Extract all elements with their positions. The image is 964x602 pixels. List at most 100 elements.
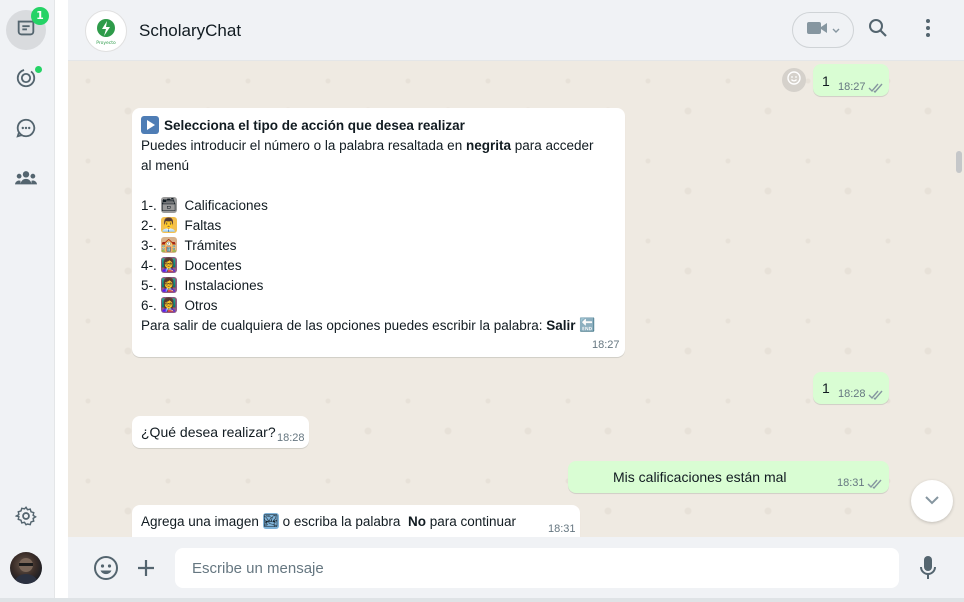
- option-number: 5-.: [141, 277, 157, 293]
- menu-intro-line-2: al menú: [141, 155, 617, 175]
- message-text-part: para continuar: [429, 513, 517, 529]
- message-time: 18:27: [838, 81, 866, 93]
- contact-name[interactable]: ScholaryChat: [139, 21, 241, 41]
- menu-option: 5-. 👩‍🏫 Instalaciones: [141, 275, 617, 295]
- option-label: Otros: [184, 297, 218, 313]
- teacher-icon: 👩‍🏫: [160, 277, 177, 293]
- menu-option: 3-. 🏫 Trámites: [141, 235, 617, 255]
- contact-avatar[interactable]: Proyecto: [85, 10, 127, 52]
- menu-option: 2-. 👨‍💼 Faltas: [141, 215, 617, 235]
- office-worker-icon: 👨‍💼: [160, 217, 177, 233]
- logo-text: Proyecto: [96, 40, 116, 46]
- option-number: 6-.: [141, 297, 157, 313]
- message-text: 1: [822, 73, 830, 89]
- message-time: 18:28: [838, 388, 866, 400]
- message-time: 18:27: [592, 339, 620, 351]
- attach-button[interactable]: [136, 558, 156, 583]
- composer-bar: Escribe un mensaje: [68, 537, 964, 602]
- chevron-down-icon: [924, 492, 940, 510]
- intro-text-post: para acceder: [514, 137, 594, 153]
- more-vertical-icon: [925, 18, 931, 43]
- menu-intro-line: Puedes introducir el número o la palabra…: [141, 135, 617, 155]
- option-number: 4-.: [141, 257, 157, 273]
- outgoing-message[interactable]: Mis calificaciones están mal 18:31: [568, 461, 889, 493]
- channels-icon: [15, 117, 37, 144]
- read-ticks-icon: [868, 387, 884, 403]
- school-icon: 🏫: [160, 237, 177, 253]
- reaction-button[interactable]: [782, 68, 806, 92]
- menu-button[interactable]: [916, 18, 940, 42]
- nav-rail: 1: [0, 0, 55, 602]
- option-label: Trámites: [184, 237, 237, 253]
- option-number: 1-.: [141, 197, 157, 213]
- unread-badge: 1: [31, 7, 49, 25]
- file-cabinet-icon: 🗃: [160, 197, 178, 213]
- microphone-icon: [920, 556, 936, 585]
- menu-option: 1-. 🗃 Calificaciones: [141, 195, 617, 215]
- search-icon: [868, 18, 888, 43]
- message-text: Agrega una imagen 🏞 o escriba la palabra…: [141, 513, 516, 529]
- chats-nav-button[interactable]: 1: [6, 7, 49, 50]
- menu-exit-line: Para salir de cualquiera de las opciones…: [141, 315, 617, 335]
- outgoing-message[interactable]: 1 18:28: [813, 372, 889, 404]
- video-camera-icon: [806, 20, 828, 41]
- end-arrow-icon: 🔚: [579, 317, 596, 332]
- message-text: Mis calificaciones están mal: [613, 469, 787, 485]
- option-label: Calificaciones: [184, 197, 268, 213]
- search-button[interactable]: [866, 18, 890, 42]
- emoji-button[interactable]: [93, 555, 119, 586]
- gear-icon: [14, 505, 37, 532]
- read-ticks-icon: [868, 80, 884, 96]
- message-text: 1: [822, 380, 830, 396]
- message-text-part: Agrega una imagen: [141, 513, 259, 529]
- message-input[interactable]: Escribe un mensaje: [175, 548, 899, 588]
- smiley-icon: [787, 70, 801, 90]
- smiley-icon: [93, 556, 119, 585]
- menu-heading-line: Selecciona el tipo de acción que desea r…: [141, 115, 617, 135]
- window-bottom-edge: [0, 598, 964, 602]
- chat-list-edge: [55, 0, 120, 602]
- teacher-icon: 👩‍🏫: [160, 257, 177, 273]
- intro-text: Puedes introducir el número o la palabra…: [141, 137, 463, 153]
- message-time: 18:31: [548, 523, 576, 535]
- message-input-placeholder: Escribe un mensaje: [192, 560, 324, 577]
- intro-text-2: al menú: [141, 157, 190, 173]
- channels-nav-button[interactable]: [6, 110, 46, 150]
- conversation-panel: Proyecto ScholaryChat 1 18:27 Selecciona…: [68, 0, 964, 602]
- video-call-button[interactable]: [792, 12, 854, 48]
- menu-option: 4-. 👩‍🏫 Docentes: [141, 255, 617, 275]
- menu-option: 6-. 👩‍🏫 Otros: [141, 295, 617, 315]
- menu-content: Selecciona el tipo de acción que desea r…: [141, 115, 617, 335]
- incoming-message-menu[interactable]: Selecciona el tipo de acción que desea r…: [132, 108, 625, 357]
- message-text-part: o escriba la palabra: [282, 513, 401, 529]
- profile-avatar[interactable]: [10, 552, 42, 584]
- settings-nav-button[interactable]: [6, 498, 46, 538]
- picture-icon: 🏞: [262, 513, 280, 529]
- message-bold: No: [407, 513, 426, 529]
- communities-icon: [14, 167, 38, 194]
- incoming-message[interactable]: ¿Qué desea realizar? 18:28: [132, 416, 309, 448]
- outgoing-message[interactable]: 1 18:27: [813, 64, 889, 96]
- option-label: Faltas: [184, 217, 222, 233]
- communities-nav-button[interactable]: [6, 160, 46, 200]
- option-number: 2-.: [141, 217, 157, 233]
- incoming-message[interactable]: Agrega una imagen 🏞 o escriba la palabra…: [132, 505, 580, 537]
- chevron-down-icon: [832, 21, 840, 39]
- message-time: 18:28: [277, 432, 305, 444]
- option-label: Docentes: [184, 257, 242, 273]
- play-button-icon: [141, 116, 159, 134]
- message-list[interactable]: 1 18:27 Selecciona el tipo de acción que…: [68, 61, 964, 537]
- option-number: 3-.: [141, 237, 157, 253]
- status-nav-button[interactable]: [6, 60, 46, 100]
- intro-bold: negrita: [465, 137, 511, 153]
- message-scrollbar[interactable]: [956, 151, 962, 173]
- voice-message-button[interactable]: [920, 555, 936, 586]
- plus-icon: [136, 560, 156, 582]
- message-time: 18:31: [837, 477, 865, 489]
- option-label: Instalaciones: [184, 277, 264, 293]
- message-text: ¿Qué desea realizar?: [141, 424, 276, 440]
- menu-heading: Selecciona el tipo de acción que desea r…: [164, 117, 465, 133]
- exit-bold: Salir: [546, 317, 576, 333]
- scroll-to-bottom-button[interactable]: [911, 480, 953, 522]
